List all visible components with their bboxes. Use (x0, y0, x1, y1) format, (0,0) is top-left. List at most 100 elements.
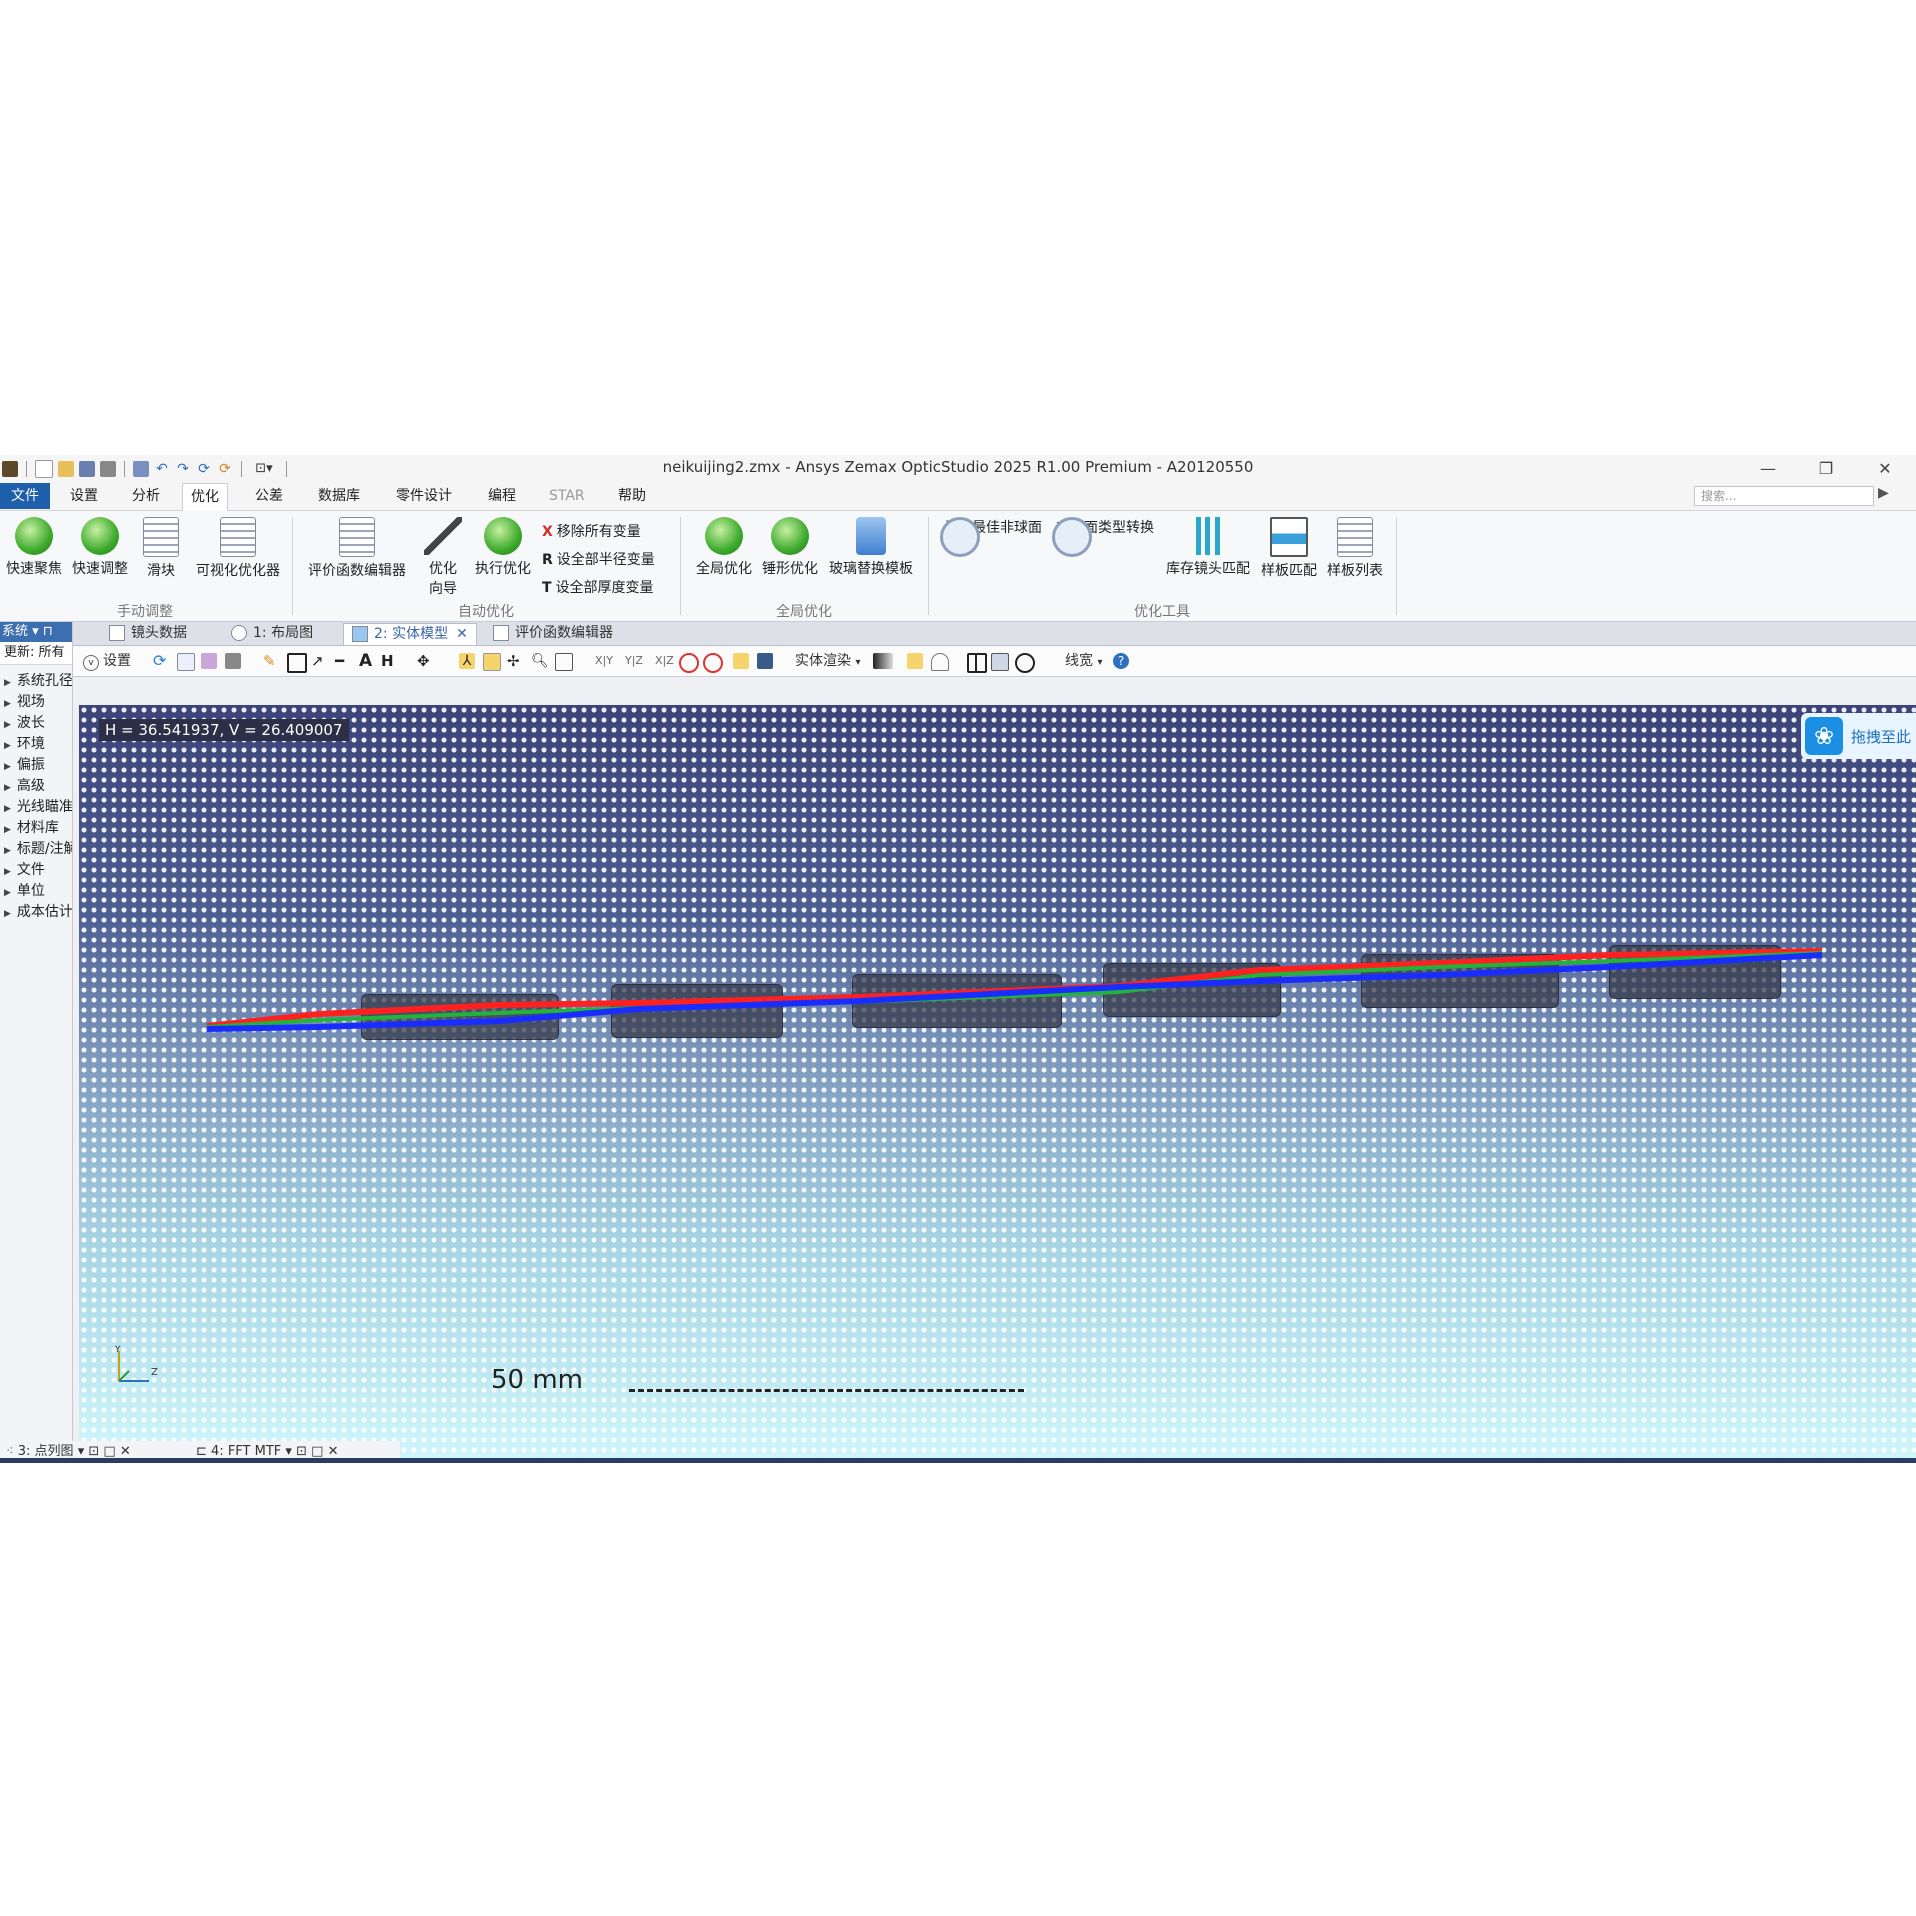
quick-focus-button[interactable]: 快速聚焦 (2, 517, 66, 578)
zoom-icon[interactable]: 🔍︎ (531, 653, 549, 669)
tree-item-ray-aiming[interactable]: ▶ 光线瞄准 (0, 797, 72, 818)
menu-part-design[interactable]: 零件设计 (388, 483, 460, 509)
tree-item-material-catalogs[interactable]: ▶ 材料库 (0, 818, 72, 839)
test-plate-fit-button[interactable]: 样板匹配 (1258, 517, 1320, 580)
zoom-box-icon[interactable] (555, 653, 573, 671)
hammer-optimize-button[interactable]: 锤形优化 (758, 517, 822, 578)
quick-adjust-button[interactable]: 快速调整 (68, 517, 132, 578)
set-all-radii-variable-button[interactable]: R 设全部半径变量 (542, 549, 655, 569)
tree-item-title-notes[interactable]: ▶ 标题/注解 (0, 839, 72, 860)
fit-view-icon[interactable] (483, 653, 501, 671)
settings-button[interactable]: v 设置 (83, 651, 131, 671)
shaded-model-viewport[interactable]: H = 36.541937, V = 26.409007 ❀ 拖拽至此 Y Z … (79, 705, 1916, 1458)
search-input[interactable]: 搜索... (1694, 486, 1874, 506)
restore-icon[interactable]: ⊡ (296, 1444, 307, 1459)
rotate-view-icon[interactable]: ✥ (417, 653, 433, 669)
restore-button[interactable]: ❐ (1811, 459, 1841, 478)
close-icon[interactable]: ✕ (328, 1444, 339, 1459)
grid-layout-icon[interactable] (967, 653, 987, 673)
stock-lens-matching-button[interactable]: 库存镜头匹配 (1162, 517, 1254, 578)
maximize-icon[interactable]: □ (103, 1444, 115, 1459)
tab-close-icon[interactable]: ✕ (456, 626, 468, 642)
window-layout-icon[interactable] (991, 653, 1009, 671)
update-all-dropdown[interactable]: 更新: 所有 (0, 642, 72, 665)
global-optimize-button[interactable]: 全局优化 (692, 517, 756, 578)
asphere-type-convert-button[interactable]: 非球面类型转换 (1052, 517, 1158, 557)
tree-item-environment[interactable]: ▶ 环境 (0, 734, 72, 755)
test-plate-list-button[interactable]: 样板列表 (1324, 517, 1386, 580)
arrow-icon[interactable]: ↗ (311, 653, 327, 669)
no-raytrace-icon[interactable] (703, 653, 723, 673)
restore-icon[interactable]: ⊡ (88, 1444, 99, 1459)
menu-programming[interactable]: 编程 (480, 483, 524, 509)
system-explorer-header[interactable]: 系统 ▾ ⊓ (0, 622, 72, 642)
svg-text:Y: Y (114, 1345, 121, 1355)
minimize-button[interactable]: — (1753, 459, 1783, 478)
tab-layout[interactable]: 1: 布局图 (223, 623, 321, 644)
tree-item-cost-estimator[interactable]: ▶ 成本估计 (0, 902, 72, 923)
settings-chevron-icon: v (83, 655, 99, 671)
menu-analyze[interactable]: 分析 (124, 483, 168, 509)
lock-icon[interactable] (931, 653, 949, 671)
tab-shaded-model[interactable]: 2: 实体模型 ✕ (343, 623, 477, 645)
glass-substitution-button[interactable]: 玻璃替换模板 (826, 517, 916, 578)
axes-toggle-icon[interactable]: ⅄ (459, 653, 475, 669)
tree-item-aperture[interactable]: ▶ 系统孔径 (0, 671, 72, 692)
pencil-icon[interactable]: ✎ (263, 653, 279, 669)
view-xy-button[interactable]: X|Y (595, 651, 613, 671)
find-best-asphere-button[interactable]: 寻找最佳非球面 (940, 517, 1046, 557)
refresh-icon[interactable]: ⟳ (153, 653, 169, 669)
visual-optimizer-button[interactable]: 可视化优化器 (190, 517, 286, 580)
window-title: neikuijing2.zmx - Ansys Zemax OpticStudi… (662, 458, 1254, 476)
merit-function-editor-button[interactable]: 评价函数编辑器 (302, 517, 412, 580)
optimization-wizard-button[interactable]: 优化 向导 (420, 517, 466, 598)
document-tabs: 镜头数据 1: 布局图 2: 实体模型 ✕ 评价函数编辑器 (73, 622, 1916, 646)
line-icon[interactable]: ━ (335, 653, 351, 669)
solid-view-icon[interactable] (733, 653, 749, 669)
save-image-icon[interactable] (201, 653, 217, 669)
menu-libraries[interactable]: 数据库 (310, 483, 368, 509)
menu-setup[interactable]: 设置 (62, 483, 106, 509)
tree-item-polarization[interactable]: ▶ 偏振 (0, 755, 72, 776)
pan-icon[interactable]: ✢ (507, 653, 523, 669)
tab-merit-function-editor[interactable]: 评价函数编辑器 (485, 623, 621, 644)
close-button[interactable]: ✕ (1870, 459, 1900, 478)
color-dropdown-icon[interactable] (873, 653, 893, 669)
chevron-down-icon: ▾ (855, 657, 861, 668)
maximize-icon[interactable]: □ (311, 1444, 323, 1459)
timer-icon[interactable] (1015, 653, 1035, 673)
menu-tolerance[interactable]: 公差 (247, 483, 291, 509)
help-icon[interactable]: ? (1113, 653, 1129, 669)
tree-item-wavelengths[interactable]: ▶ 波长 (0, 713, 72, 734)
tree-item-fields[interactable]: ▶ 视场 (0, 692, 72, 713)
dimension-icon[interactable]: H (381, 653, 397, 669)
render-mode-dropdown[interactable]: 实体渲染 ▾ (795, 651, 860, 671)
slider-button[interactable]: 滑块 (136, 517, 186, 580)
tab-lens-data[interactable]: 镜头数据 (101, 623, 195, 644)
menu-file[interactable]: 文件 (0, 483, 50, 509)
pin-icon[interactable] (907, 653, 923, 669)
tree-item-units[interactable]: ▶ 单位 (0, 881, 72, 902)
no-clip-icon[interactable] (679, 653, 699, 673)
menu-optimize[interactable]: 优化 (182, 483, 228, 511)
tree-item-advanced[interactable]: ▶ 高级 (0, 776, 72, 797)
wire-view-icon[interactable] (757, 653, 773, 669)
visual-optimizer-icon (220, 517, 256, 557)
view-yz-button[interactable]: Y|Z (625, 651, 643, 671)
tree-item-files[interactable]: ▶ 文件 (0, 860, 72, 881)
copy-icon[interactable] (177, 653, 195, 671)
search-go-icon[interactable]: ▶ (1878, 485, 1889, 501)
set-all-thickness-variable-button[interactable]: T 设全部厚度变量 (542, 577, 654, 597)
menu-help[interactable]: 帮助 (610, 483, 654, 509)
menu-star[interactable]: STAR (541, 483, 593, 509)
rectangle-icon[interactable] (287, 653, 307, 673)
scale-bar (629, 1377, 1024, 1403)
line-width-dropdown[interactable]: 线宽 ▾ (1065, 651, 1102, 671)
axes-orientation-icon: Y Z (114, 1345, 158, 1382)
view-xz-button[interactable]: X|Z (655, 651, 674, 671)
remove-all-variables-button[interactable]: X 移除所有变量 (542, 521, 641, 541)
optimize-button[interactable]: 执行优化 (470, 517, 536, 578)
close-icon[interactable]: ✕ (120, 1444, 131, 1459)
text-icon[interactable]: A (359, 653, 375, 670)
print-icon[interactable] (225, 653, 241, 669)
